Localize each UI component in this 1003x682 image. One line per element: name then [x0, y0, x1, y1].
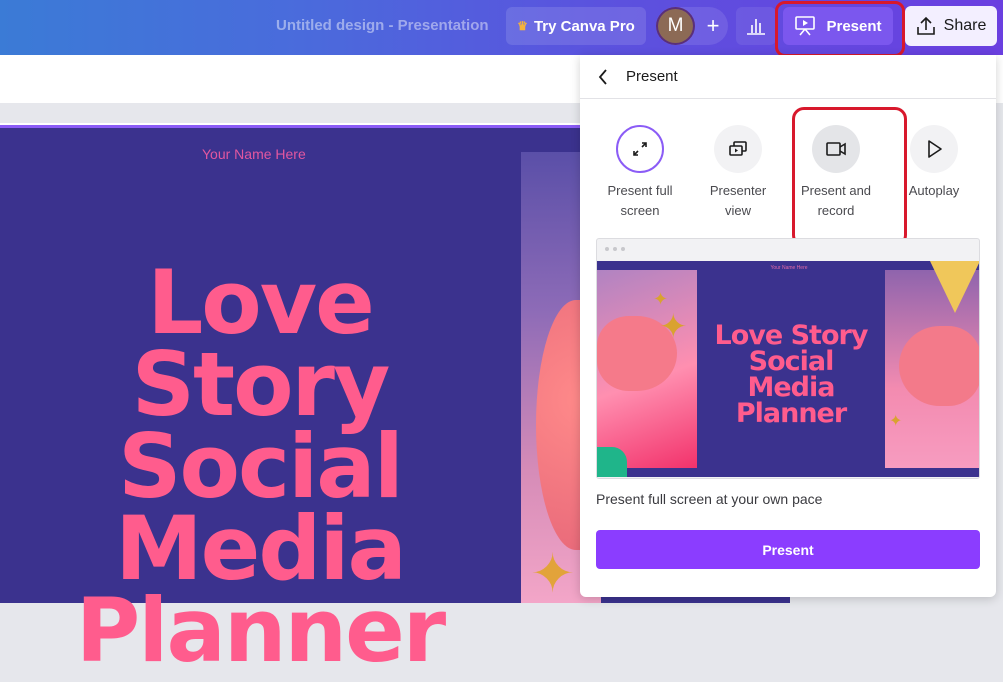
slide-title-line: Social — [118, 415, 404, 518]
share-button[interactable]: Share — [905, 6, 997, 46]
expand-icon — [633, 142, 647, 156]
option-presenter-view[interactable]: Presenter view — [688, 125, 788, 221]
top-bar: Untitled design - Presentation ♛ Try Can… — [0, 0, 1003, 57]
start-present-button[interactable]: Present — [596, 530, 980, 569]
slide-title[interactable]: Love Story Social Media Planner — [10, 251, 510, 682]
panel-title: Present — [626, 68, 678, 85]
insights-button[interactable] — [736, 7, 776, 45]
slide-title-line: Love Story — [131, 251, 391, 436]
sparkle-icon: ✦ — [659, 308, 688, 346]
avatar[interactable]: M — [656, 7, 695, 45]
presenter-view-icon — [729, 141, 747, 156]
option-icon-circle — [910, 125, 958, 173]
option-label-line: Present full — [607, 183, 673, 198]
preview-title-line: Planner — [735, 398, 847, 429]
option-icon-circle — [616, 125, 664, 173]
window-dot — [613, 247, 617, 251]
chevron-left-icon — [598, 68, 607, 85]
option-label: Presenter view — [688, 181, 788, 221]
option-description: Present full screen at your own pace — [596, 491, 823, 507]
option-label-line: Presenter — [709, 183, 767, 198]
crown-icon: ♛ — [517, 19, 528, 33]
highlight-annotation — [792, 107, 907, 247]
option-label-line: screen — [620, 203, 660, 218]
slide-title-line: Planner — [75, 579, 446, 682]
window-dot — [605, 247, 609, 251]
option-icon-circle — [714, 125, 762, 173]
presentation-preview: ✦ ✦ ✦ Your Name Here Love Story Social M… — [596, 238, 980, 479]
option-present-full-screen[interactable]: Present full screen — [590, 125, 690, 221]
slide-name-text[interactable]: Your Name Here — [202, 146, 306, 162]
preview-name-text: Your Name Here — [770, 265, 808, 271]
try-canva-pro-label: Try Canva Pro — [533, 17, 635, 35]
highlight-annotation — [775, 1, 905, 57]
share-label: Share — [943, 17, 987, 34]
try-canva-pro-button[interactable]: ♛ Try Canva Pro — [506, 7, 646, 45]
window-dot — [621, 247, 625, 251]
share-upload-icon — [916, 16, 935, 35]
play-icon — [928, 140, 942, 158]
back-button[interactable] — [580, 55, 626, 99]
preview-heart-right — [899, 326, 979, 406]
preview-slide: ✦ ✦ ✦ Your Name Here Love Story Social M… — [597, 261, 979, 477]
panel-header: Present — [580, 55, 996, 99]
bar-chart-icon — [747, 19, 765, 35]
option-label-line: view — [724, 203, 751, 218]
collaborators-group: M + — [656, 7, 728, 45]
add-collaborator-button[interactable]: + — [700, 12, 726, 40]
option-label: Present full screen — [590, 181, 690, 221]
sparkle-icon: ✦ — [889, 413, 903, 430]
document-title[interactable]: Untitled design - Presentation — [276, 17, 489, 34]
sparkle-icon: ✦ — [530, 544, 576, 604]
preview-title: Love Story Social Media Planner — [697, 322, 885, 429]
slide-title-line: Media — [115, 497, 407, 600]
preview-green-shape — [597, 447, 627, 477]
present-options: Present full screen Presenter view Prese… — [590, 107, 990, 247]
present-panel: Present Present full screen Presenter vi… — [580, 55, 996, 597]
preview-window-bar — [597, 239, 979, 259]
